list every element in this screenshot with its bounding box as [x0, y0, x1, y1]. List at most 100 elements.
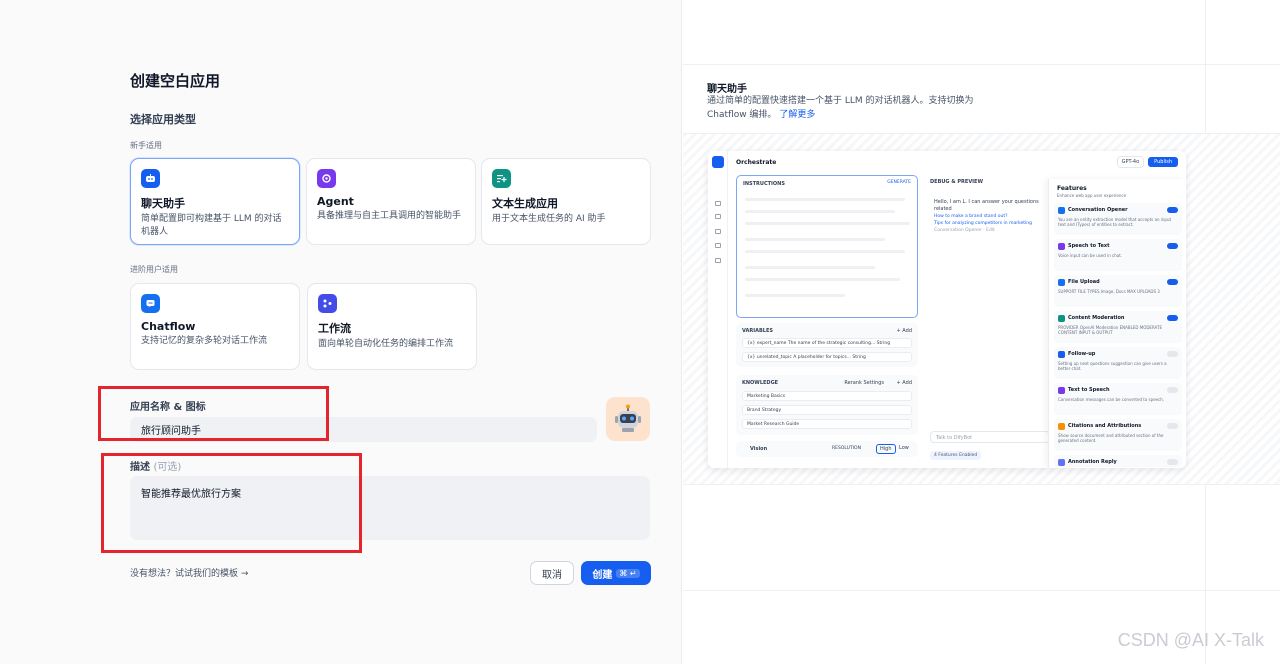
mock-app-logo-icon [712, 156, 724, 168]
mock-text-line [745, 238, 885, 241]
mock-feature-desc: PROVIDER OpenAI Moderation ENABLED MODER… [1058, 325, 1162, 335]
mock-model-selector: GPT-4o [1116, 156, 1145, 168]
mock-header: Orchestrate [736, 159, 777, 166]
preview-title: 聊天助手 [707, 84, 747, 95]
mock-feature-name: File Upload [1068, 279, 1100, 285]
mock-features-panel: Features Enhance web app user experience… [1048, 179, 1186, 468]
mock-features-enabled: 4 Features Enabled [930, 451, 982, 460]
mock-debug-title: DEBUG & PREVIEW [930, 179, 983, 185]
mock-text-line [745, 250, 905, 253]
mock-nav-icon [715, 243, 721, 248]
mock-feature-name: Follow-up [1068, 351, 1096, 357]
mock-feature-name: Annotation Reply [1068, 459, 1117, 465]
app-type-name: 聊天助手 [141, 197, 185, 210]
mock-add-variable: + Add [896, 328, 912, 334]
grid-line [683, 64, 1280, 65]
mock-feature-toggle [1167, 459, 1178, 465]
mock-feature-toggle [1167, 351, 1178, 357]
mock-resolution-high: High [876, 444, 896, 454]
preview-screenshot: Orchestrate GPT-4o Publish INSTRUCTIONS … [708, 151, 1186, 468]
mock-text-line [745, 278, 900, 281]
mock-text-line [745, 266, 875, 269]
follow-up-icon [1058, 351, 1065, 358]
cancel-button[interactable]: 取消 [530, 561, 574, 585]
mock-feature-name: Content Moderation [1068, 315, 1125, 321]
mock-topbar: GPT-4o Publish [1116, 156, 1178, 168]
mock-add-knowledge: + Add [896, 380, 912, 386]
app-type-name: 工作流 [318, 322, 351, 335]
create-app-form: 创建空白应用 选择应用类型 新手适用 聊天助手 简单配置即可构建基于 LLM 的… [0, 0, 682, 664]
conversation-opener-icon [1058, 207, 1065, 214]
robot-avatar-icon [615, 404, 641, 432]
speech-to-text-icon [1058, 243, 1065, 250]
app-type-section-title: 选择应用类型 [130, 113, 196, 126]
mock-resolution-label: RESOLUTION [832, 446, 861, 451]
mock-feature-desc: SUPPORT FILE TYPES Image, Docs MAX UPLOA… [1058, 289, 1160, 294]
mock-nav-icon [715, 201, 721, 206]
highlight-box-name [98, 386, 329, 441]
mock-feature-item: Follow-up Setting up next questions sugg… [1054, 347, 1182, 379]
mock-feature-name: Conversation Opener [1068, 207, 1128, 213]
citations-icon [1058, 423, 1065, 430]
mock-rerank-settings: Rerank Settings [844, 380, 884, 386]
mock-feature-name: Text to Speech [1068, 387, 1110, 393]
mock-feature-toggle [1167, 387, 1178, 393]
template-hint-link[interactable]: 没有想法？试试我们的模板 → [130, 566, 248, 579]
mock-feature-desc: Show source document and attributed sect… [1058, 433, 1164, 443]
create-button[interactable]: 创建 ⌘ ↵ [581, 561, 651, 585]
app-type-desc: 用于文本生成任务的 AI 助手 [492, 214, 606, 224]
watermark: CSDN @AI X-Talk [1117, 630, 1264, 650]
mock-sidebar-rail [708, 151, 728, 468]
mock-opener-note: Conversation Opener · Edit [934, 228, 995, 233]
mock-feature-item: Conversation Opener You are an entity ex… [1054, 203, 1182, 235]
mock-nav-icon [715, 214, 721, 219]
mock-feature-item: Content Moderation PROVIDER OpenAI Moder… [1054, 311, 1182, 343]
workflow-icon [318, 294, 337, 313]
mock-generate-button: GENERATE [887, 180, 911, 185]
app-type-desc: 具备推理与自主工具调用的智能助手 [317, 211, 462, 221]
app-type-card-workflow[interactable]: 工作流 面向单轮自动化任务的编排工作流 [307, 283, 477, 370]
chatflow-icon [141, 294, 160, 313]
app-type-name: 文本生成应用 [492, 197, 558, 210]
mock-text-line [745, 222, 910, 225]
app-type-name: Chatflow [141, 320, 196, 333]
app-type-name: Agent [317, 195, 354, 208]
mock-feature-desc: Voice input can be used in chat. [1058, 253, 1123, 258]
mock-instructions-panel: INSTRUCTIONS GENERATE [736, 175, 918, 318]
mock-resolution-low: Low [899, 445, 909, 451]
beginner-group-label: 新手适用 [130, 141, 162, 150]
mock-knowledge-row: Market Research Guide [742, 419, 912, 429]
create-button-label: 创建 [592, 569, 613, 581]
mock-feature-item: Speech to Text Voice input can be used i… [1054, 239, 1182, 271]
mock-feature-toggle [1167, 243, 1178, 249]
learn-more-link[interactable]: 了解更多 [779, 110, 815, 120]
mock-feature-item: Annotation Reply [1054, 455, 1182, 467]
preview-desc-text: 通过简单的配置快速搭建一个基于 LLM 的对话机器人。支持切换为 Chatflo… [707, 96, 974, 120]
mock-feature-toggle [1167, 279, 1178, 285]
mock-knowledge-row: Brand Strategy [742, 405, 912, 415]
mock-knowledge-panel: KNOWLEDGE Rerank Settings + Add Marketin… [736, 375, 918, 435]
mock-variables-title: VARIABLES [742, 328, 773, 334]
app-type-card-chatflow[interactable]: Chatflow 支持记忆的复杂多轮对话工作流 [130, 283, 300, 370]
mock-nav-icon [715, 258, 721, 263]
mock-vision-panel: Vision RESOLUTION High Low [736, 441, 918, 457]
app-type-card-chatbot[interactable]: 聊天助手 简单配置即可构建基于 LLM 的对话机器人 [130, 158, 300, 245]
mock-instructions-title: INSTRUCTIONS [743, 181, 785, 187]
app-type-card-text-generation[interactable]: 文本生成应用 用于文本生成任务的 AI 助手 [481, 158, 651, 245]
app-type-card-agent[interactable]: Agent 具备推理与自主工具调用的智能助手 [306, 158, 476, 245]
mock-text-line [745, 210, 895, 213]
mock-text-line [745, 198, 905, 201]
chat-bot-icon [141, 169, 160, 188]
mock-feature-item: Text to Speech Conversation messages can… [1054, 383, 1182, 415]
advanced-group-label: 进阶用户适用 [130, 265, 178, 274]
mock-feature-item: Citations and Attributions Show source d… [1054, 419, 1182, 451]
mock-feature-toggle [1167, 423, 1178, 429]
mock-nav-icon [715, 229, 721, 234]
mock-features-title: Features [1057, 185, 1087, 192]
mock-text-line [745, 294, 845, 297]
mock-feature-toggle [1167, 315, 1178, 321]
app-icon-picker[interactable] [606, 397, 650, 441]
mock-feature-name: Speech to Text [1068, 243, 1110, 249]
file-upload-icon [1058, 279, 1065, 286]
mock-chat-area: Hello, I am L. I can answer your questio… [934, 199, 1054, 234]
